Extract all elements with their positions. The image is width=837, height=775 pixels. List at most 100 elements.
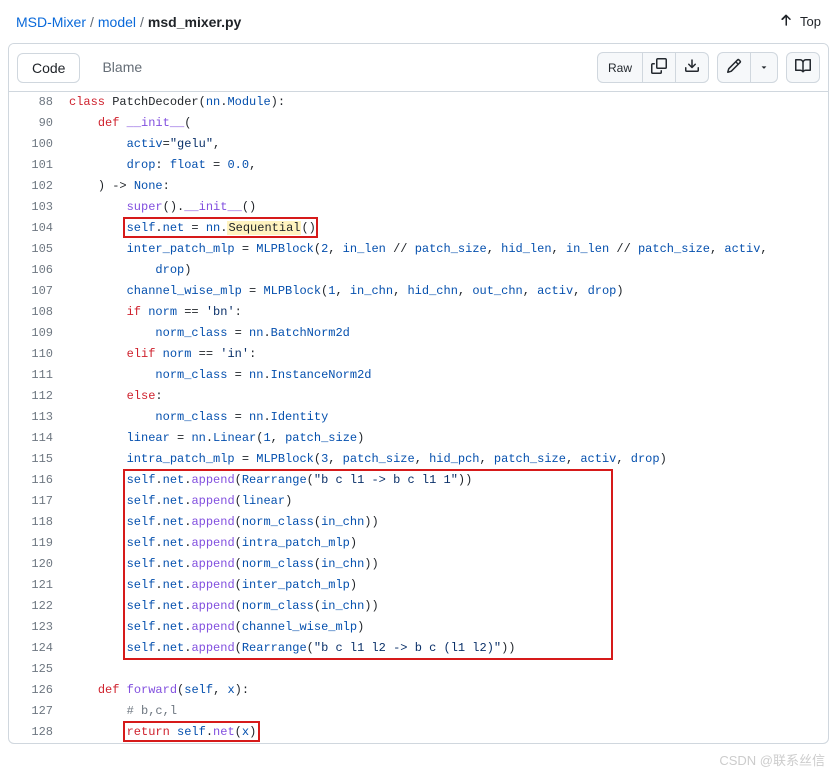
line-number[interactable]: 113 [9, 407, 69, 428]
breadcrumb: MSD-Mixer / model / msd_mixer.py Top [0, 0, 837, 39]
code-line[interactable]: 114 linear = nn.Linear(1, patch_size) [9, 428, 828, 449]
line-number[interactable]: 101 [9, 155, 69, 176]
code-line[interactable]: 128 return self.net(x) [9, 722, 828, 743]
line-number[interactable]: 90 [9, 113, 69, 134]
code-line[interactable]: 90 def __init__( [9, 113, 828, 134]
code-line[interactable]: 126 def forward(self, x): [9, 680, 828, 701]
edit-button[interactable] [717, 52, 751, 83]
breadcrumb-sep: / [90, 14, 94, 30]
code-line[interactable]: 113 norm_class = nn.Identity [9, 407, 828, 428]
code-content: drop: float = 0.0, [69, 155, 828, 176]
code-line[interactable]: 104 self.net = nn.Sequential() [9, 218, 828, 239]
code-content: def __init__( [69, 113, 828, 134]
line-number[interactable]: 88 [9, 92, 69, 113]
line-number[interactable]: 109 [9, 323, 69, 344]
code-line[interactable]: 88class PatchDecoder(nn.Module): [9, 92, 828, 113]
code-content: return self.net(x) [69, 722, 828, 743]
code-line[interactable]: 125 [9, 659, 828, 680]
code-line[interactable]: 122 self.net.append(norm_class(in_chn)) [9, 596, 828, 617]
code-content: self.net.append(Rearrange("b c l1 -> b c… [69, 470, 828, 491]
tab-blame[interactable]: Blame [88, 53, 156, 83]
code-line[interactable]: 119 self.net.append(intra_patch_mlp) [9, 533, 828, 554]
line-number[interactable]: 102 [9, 176, 69, 197]
line-number[interactable]: 103 [9, 197, 69, 218]
line-number[interactable]: 100 [9, 134, 69, 155]
line-number[interactable]: 106 [9, 260, 69, 281]
code-content: # b,c,l [69, 701, 828, 722]
line-number[interactable]: 115 [9, 449, 69, 470]
line-number[interactable]: 118 [9, 512, 69, 533]
breadcrumb-path: MSD-Mixer / model / msd_mixer.py [16, 14, 241, 30]
code-line[interactable]: 102 ) -> None: [9, 176, 828, 197]
code-content: channel_wise_mlp = MLPBlock(1, in_chn, h… [69, 281, 828, 302]
line-number[interactable]: 119 [9, 533, 69, 554]
code-line[interactable]: 118 self.net.append(norm_class(in_chn)) [9, 512, 828, 533]
copy-button[interactable] [643, 52, 676, 83]
code-line[interactable]: 111 norm_class = nn.InstanceNorm2d [9, 365, 828, 386]
line-number[interactable]: 112 [9, 386, 69, 407]
breadcrumb-folder-link[interactable]: model [98, 14, 136, 30]
symbols-button[interactable] [786, 52, 820, 83]
breadcrumb-repo-link[interactable]: MSD-Mixer [16, 14, 86, 30]
line-number[interactable]: 114 [9, 428, 69, 449]
code-content: self.net.append(linear) [69, 491, 828, 512]
tab-group: Code Blame [17, 53, 156, 83]
code-line[interactable]: 107 channel_wise_mlp = MLPBlock(1, in_ch… [9, 281, 828, 302]
code-content: self.net = nn.Sequential() [69, 218, 828, 239]
raw-button[interactable]: Raw [597, 52, 643, 83]
line-number[interactable]: 108 [9, 302, 69, 323]
code-content: activ="gelu", [69, 134, 828, 155]
code-line[interactable]: 121 self.net.append(inter_patch_mlp) [9, 575, 828, 596]
code-line[interactable]: 103 super().__init__() [9, 197, 828, 218]
code-content: drop) [69, 260, 828, 281]
code-line[interactable]: 117 self.net.append(linear) [9, 491, 828, 512]
code-content: def forward(self, x): [69, 680, 828, 701]
line-number[interactable]: 110 [9, 344, 69, 365]
code-line[interactable]: 108 if norm == 'bn': [9, 302, 828, 323]
code-content: ) -> None: [69, 176, 828, 197]
line-number[interactable]: 125 [9, 659, 69, 680]
code-line[interactable]: 109 norm_class = nn.BatchNorm2d [9, 323, 828, 344]
line-number[interactable]: 117 [9, 491, 69, 512]
code-line[interactable]: 124 self.net.append(Rearrange("b c l1 l2… [9, 638, 828, 659]
raw-button-group: Raw [597, 52, 709, 83]
code-line[interactable]: 123 self.net.append(channel_wise_mlp) [9, 617, 828, 638]
line-number[interactable]: 127 [9, 701, 69, 722]
edit-dropdown-button[interactable] [751, 52, 778, 83]
line-number[interactable]: 124 [9, 638, 69, 659]
toolbar-right: Raw [597, 52, 820, 83]
breadcrumb-sep: / [140, 14, 144, 30]
code-content: self.net.append(norm_class(in_chn)) [69, 596, 828, 617]
line-number[interactable]: 122 [9, 596, 69, 617]
code-line[interactable]: 106 drop) [9, 260, 828, 281]
line-number[interactable]: 104 [9, 218, 69, 239]
code-line[interactable]: 127 # b,c,l [9, 701, 828, 722]
line-number[interactable]: 126 [9, 680, 69, 701]
line-number[interactable]: 107 [9, 281, 69, 302]
line-number[interactable]: 123 [9, 617, 69, 638]
code-line[interactable]: 116 self.net.append(Rearrange("b c l1 ->… [9, 470, 828, 491]
line-number[interactable]: 120 [9, 554, 69, 575]
code-line[interactable]: 101 drop: float = 0.0, [9, 155, 828, 176]
line-number[interactable]: 105 [9, 239, 69, 260]
tab-code[interactable]: Code [17, 53, 80, 83]
line-number[interactable]: 121 [9, 575, 69, 596]
code-content: self.net.append(Rearrange("b c l1 l2 -> … [69, 638, 828, 659]
line-number[interactable]: 111 [9, 365, 69, 386]
code-content: elif norm == 'in': [69, 344, 828, 365]
code-content: inter_patch_mlp = MLPBlock(2, in_len // … [69, 239, 828, 260]
download-button[interactable] [676, 52, 709, 83]
code-line[interactable]: 100 activ="gelu", [9, 134, 828, 155]
code-line[interactable]: 110 elif norm == 'in': [9, 344, 828, 365]
code-area[interactable]: 88class PatchDecoder(nn.Module):90 def _… [9, 92, 828, 743]
line-number[interactable]: 116 [9, 470, 69, 491]
code-content: self.net.append(norm_class(in_chn)) [69, 554, 828, 575]
code-line[interactable]: 115 intra_patch_mlp = MLPBlock(3, patch_… [9, 449, 828, 470]
code-line[interactable]: 105 inter_patch_mlp = MLPBlock(2, in_len… [9, 239, 828, 260]
code-content: linear = nn.Linear(1, patch_size) [69, 428, 828, 449]
line-number[interactable]: 128 [9, 722, 69, 743]
top-link[interactable]: Top [778, 12, 821, 31]
code-line[interactable]: 112 else: [9, 386, 828, 407]
code-line[interactable]: 120 self.net.append(norm_class(in_chn)) [9, 554, 828, 575]
download-icon [684, 58, 700, 77]
